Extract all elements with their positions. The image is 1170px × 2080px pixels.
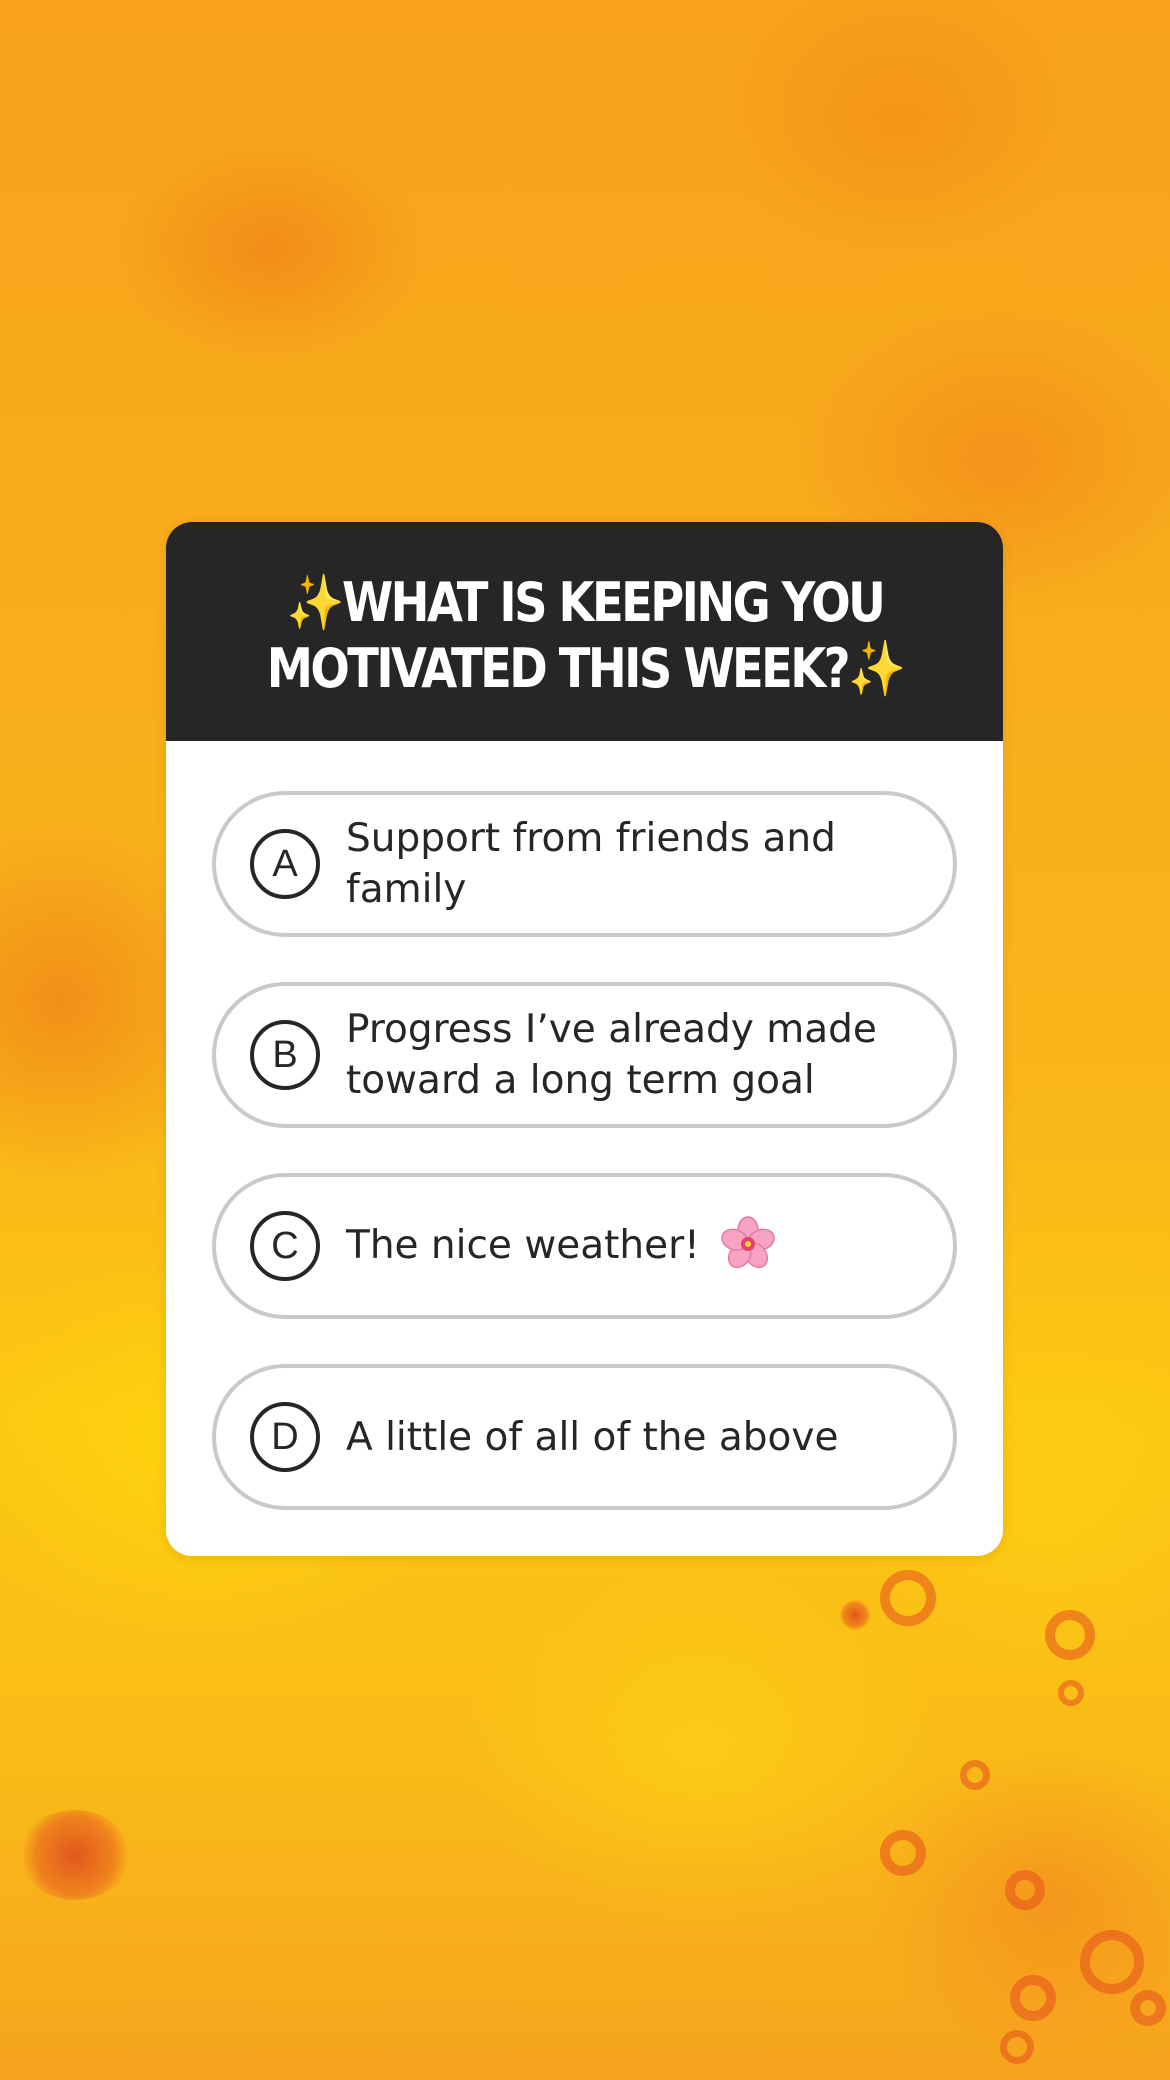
paint-splatter [1045,1610,1095,1660]
poll-question-line-2: MOTIVATED THIS WEEK?✨ [266,636,905,700]
option-label: Support from friends and family [346,816,836,912]
option-letter-badge: A [250,829,320,899]
paint-splatter [960,1760,990,1790]
poll-card: ✨WHAT IS KEEPING YOU MOTIVATED THIS WEEK… [166,522,1003,1556]
option-letter-badge: D [250,1402,320,1472]
option-letter-badge: C [250,1211,320,1281]
poll-header: ✨WHAT IS KEEPING YOU MOTIVATED THIS WEEK… [166,522,1003,741]
poll-option-b[interactable]: B Progress I’ve already made toward a lo… [212,982,957,1128]
option-label: The nice weather! [346,1223,700,1269]
paint-splatter [1010,1975,1056,2021]
paint-splatter [1080,1930,1144,1994]
paint-splatter [1058,1680,1084,1706]
paint-splatter [1000,2030,1034,2064]
poll-option-a[interactable]: A Support from friends and family [212,791,957,937]
paint-splatter [1130,1990,1166,2026]
poll-option-d[interactable]: D A little of all of the above [212,1364,957,1510]
paint-splatter [840,1600,870,1630]
option-label: Progress I’ve already made toward a long… [346,1007,877,1103]
option-label-container: The nice weather! [346,1216,923,1272]
poll-option-c[interactable]: C The nice weather! [212,1173,957,1319]
paint-splatter [1005,1870,1045,1910]
cherry-blossom-icon [721,1216,775,1268]
option-label: A little of all of the above [346,1414,839,1460]
paint-splatter [880,1830,926,1876]
option-letter-badge: B [250,1020,320,1090]
poll-question: ✨WHAT IS KEEPING YOU MOTIVATED THIS WEEK… [215,570,955,702]
paint-splatter [20,1810,130,1900]
paint-splatter [880,1570,936,1626]
poll-question-line-1: ✨WHAT IS KEEPING YOU [286,570,885,634]
